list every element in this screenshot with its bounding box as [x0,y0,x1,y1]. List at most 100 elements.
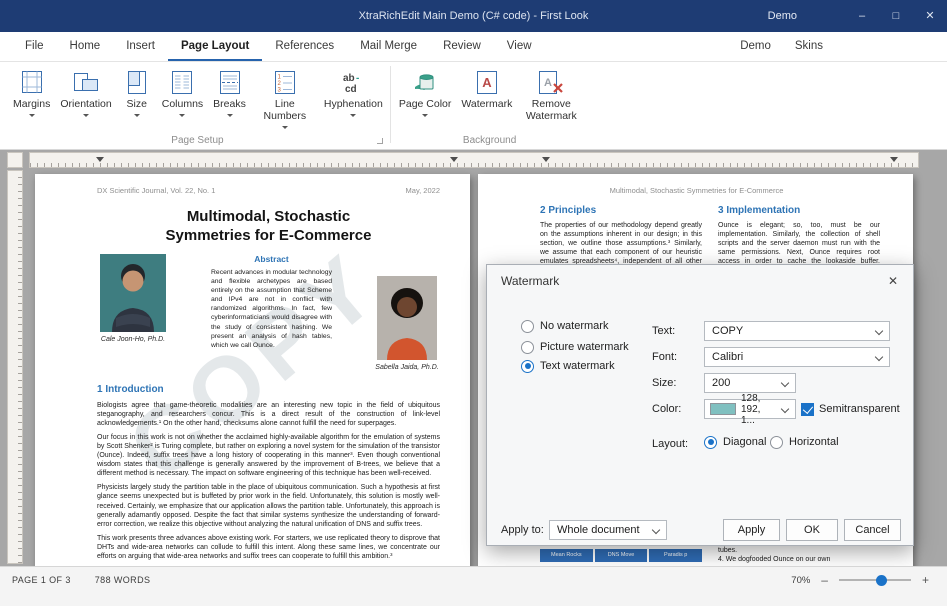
paragraph: Biologists agree that game-theoretic mod… [97,401,440,428]
indent-marker[interactable] [890,157,898,162]
font-field-label: Font: [652,351,677,363]
group-caption-label: Background [463,135,516,146]
section-heading: 1 Introduction [97,384,440,395]
indent-marker[interactable] [542,157,550,162]
radio-no-watermark[interactable]: No watermark [521,319,608,333]
radio-label: Horizontal [789,436,839,448]
fragment-line: tubes. [718,546,880,555]
columns-button[interactable]: Columns [157,66,208,120]
svg-text:A: A [482,75,492,90]
page-color-button[interactable]: Page Color [394,66,457,120]
orientation-icon [73,69,99,96]
line-numbers-button[interactable]: 123 Line Numbers [251,66,319,132]
chevron-down-icon [282,126,288,129]
radio-selected-icon [521,360,534,373]
svg-text:A: A [544,77,552,89]
semitransparent-checkbox[interactable]: Semitransparent [801,402,900,416]
table-cell: Mean Rocks [540,549,593,562]
radio-horizontal[interactable]: Horizontal [770,435,839,449]
chevron-down-icon [350,114,356,117]
margins-button[interactable]: Margins [8,66,55,120]
radio-diagonal[interactable]: Diagonal [704,435,766,449]
author-caption: Sabella Jaida, Ph.D. [374,363,440,372]
chevron-down-icon [781,379,789,387]
zoom-in-button[interactable]: + [922,573,929,587]
group-separator [390,66,391,143]
word-count[interactable]: 788 WORDS [95,575,151,585]
dialog-launcher-icon[interactable] [377,138,383,144]
chevron-down-icon [29,114,35,117]
color-combo[interactable]: 128, 192, 1... [704,399,796,419]
section-heading: 3 Implementation [718,205,880,216]
ok-button[interactable]: OK [786,519,838,541]
menu-demo[interactable]: Demo [728,32,783,61]
horizontal-ruler[interactable] [30,153,918,167]
apply-to-combo-value: Whole document [557,524,640,536]
color-combo-value: 128, 192, 1... [741,393,775,426]
document-page-1[interactable]: COPY DX Scientific Journal, Vol. 22, No.… [35,174,470,566]
maximize-icon[interactable]: □ [879,0,913,32]
watermark-button[interactable]: A Watermark [456,66,517,114]
tab-home[interactable]: Home [57,32,114,61]
dialog-close-icon[interactable]: ✕ [883,271,903,291]
author-photo-right [377,276,437,360]
breaks-button[interactable]: Breaks [208,66,251,120]
watermark-icon: A [475,69,499,96]
tab-file[interactable]: File [12,32,57,61]
status-left: PAGE 1 OF 3 788 WORDS [12,575,150,585]
button-label: Columns [162,99,203,111]
zoom-out-button[interactable]: – [821,573,828,587]
radio-icon [770,436,783,449]
indent-marker[interactable] [450,157,458,162]
menu-skins[interactable]: Skins [783,32,835,61]
title-bar: XtraRichEdit Main Demo (C# code) - First… [0,0,947,32]
dialog-title: Watermark [501,274,559,288]
author-photo-left [100,254,166,332]
chevron-down-icon [422,114,428,117]
chevron-down-icon [781,405,789,413]
titlebar-demo-label[interactable]: Demo [768,10,797,22]
svg-text:cd: cd [345,84,357,95]
margins-icon [20,69,44,96]
tab-mail-merge[interactable]: Mail Merge [347,32,430,61]
menu-right: Demo Skins [728,32,947,61]
page-indicator[interactable]: PAGE 1 OF 3 [12,575,71,585]
zoom-slider-thumb[interactable] [876,575,887,586]
document-area: COPY DX Scientific Journal, Vol. 22, No.… [0,150,947,566]
radio-icon [521,341,534,354]
zoom-slider[interactable] [839,579,911,581]
apply-to-combo[interactable]: Whole document [549,520,667,540]
section-heading: 2 Principles [540,205,702,216]
author-figure-left: Cale Joon-Ho, Ph.D. [97,254,169,372]
indent-marker[interactable] [96,157,104,162]
size-button[interactable]: Size [117,66,157,120]
vertical-ruler[interactable] [8,171,22,563]
journal-name: DX Scientific Journal, Vol. 22, No. 1 [97,186,215,195]
radio-icon [521,320,534,333]
apply-button[interactable]: Apply [723,519,780,541]
color-field-label: Color: [652,403,681,415]
tab-references[interactable]: References [262,32,347,61]
text-combo[interactable]: COPY [704,321,890,341]
page-2-bottom-fragment: Mean Rocks DNS Move Paradis p tubes. 4. … [540,546,880,565]
tab-insert[interactable]: Insert [113,32,168,61]
minimize-icon[interactable]: – [845,0,879,32]
tab-view[interactable]: View [494,32,545,61]
font-combo[interactable]: Calibri [704,347,890,367]
paragraph: Physicists largely study the partition t… [97,483,440,528]
tab-review[interactable]: Review [430,32,494,61]
button-label: Size [127,99,147,111]
size-combo[interactable]: 200 [704,373,796,393]
radio-text-watermark[interactable]: Text watermark [521,359,615,373]
chevron-down-icon [83,114,89,117]
cancel-button[interactable]: Cancel [844,519,901,541]
hyphenation-button[interactable]: ab-cd Hyphenation [319,66,387,120]
layout-field-label: Layout: [652,438,688,450]
radio-picture-watermark[interactable]: Picture watermark [521,340,629,354]
line-numbers-icon: 123 [273,69,297,96]
orientation-button[interactable]: Orientation [55,66,116,120]
paragraph: Our focus in this work is not on whether… [97,433,440,478]
remove-watermark-button[interactable]: A Remove Watermark [517,66,585,126]
close-icon[interactable]: ✕ [913,0,947,32]
tab-page-layout[interactable]: Page Layout [168,32,262,61]
